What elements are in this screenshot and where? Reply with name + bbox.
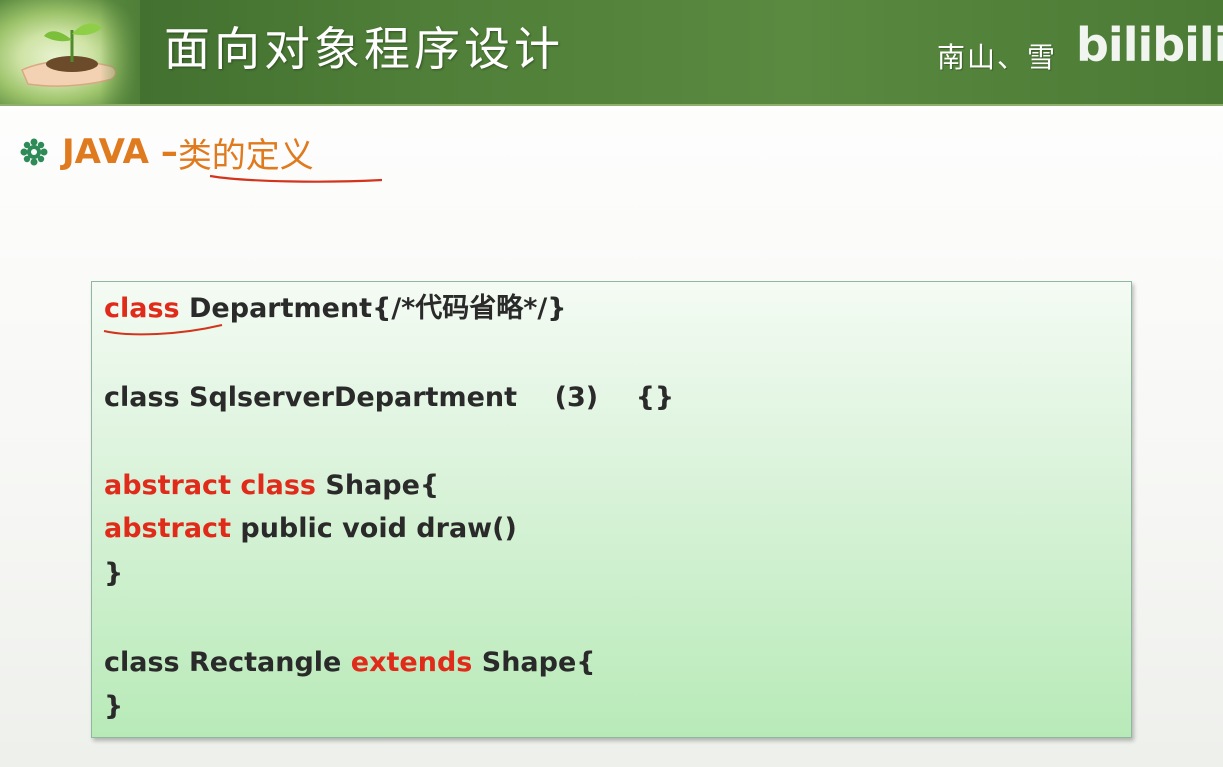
- code-text: class Rectangle: [104, 647, 351, 678]
- code-text: Shape{: [316, 470, 440, 501]
- code-text: Shape{: [472, 647, 596, 678]
- code-text: class SqlserverDepartment (3) {}: [104, 382, 675, 413]
- handwritten-mark: [103, 324, 223, 336]
- gear-flower-icon: [20, 138, 48, 166]
- slide: 面向对象程序设计 南山、雪 bilibili JAVA – 类的定义 class…: [0, 0, 1223, 767]
- heading-topic: 类的定义: [177, 135, 314, 176]
- heading-prefix: JAVA –: [62, 132, 178, 172]
- page-title: 面向对象程序设计: [164, 22, 564, 76]
- code-text: }: [104, 691, 124, 722]
- code-text: public void draw(): [230, 513, 517, 544]
- header-banner: 面向对象程序设计 南山、雪 bilibili: [0, 0, 1223, 106]
- keyword: extends: [350, 647, 473, 678]
- code-line-7: }: [104, 693, 123, 720]
- code-text: }: [104, 558, 124, 589]
- code-line-5: }: [104, 560, 123, 587]
- author-label: 南山、雪: [937, 41, 1058, 74]
- handwritten-underline: [209, 174, 383, 183]
- keyword: abstract: [104, 513, 231, 544]
- hand-with-sprout-icon: [21, 23, 117, 87]
- code-line-6: class Rectangle extends Shape{: [104, 649, 596, 676]
- code-line-3: abstract class Shape{: [104, 472, 439, 499]
- bilibili-logo: bilibili: [1076, 18, 1223, 72]
- banner-photo: [0, 0, 140, 104]
- code-text: Department{/*代码省略*/}: [179, 293, 567, 324]
- keyword: abstract class: [104, 470, 316, 501]
- code-line-2: class SqlserverDepartment (3) {}: [104, 384, 674, 411]
- code-box: class Department{/*代码省略*/} class Sqlserv…: [91, 281, 1132, 738]
- section-heading: JAVA – 类的定义: [20, 130, 314, 176]
- code-line-4: abstract public void draw(): [104, 515, 517, 542]
